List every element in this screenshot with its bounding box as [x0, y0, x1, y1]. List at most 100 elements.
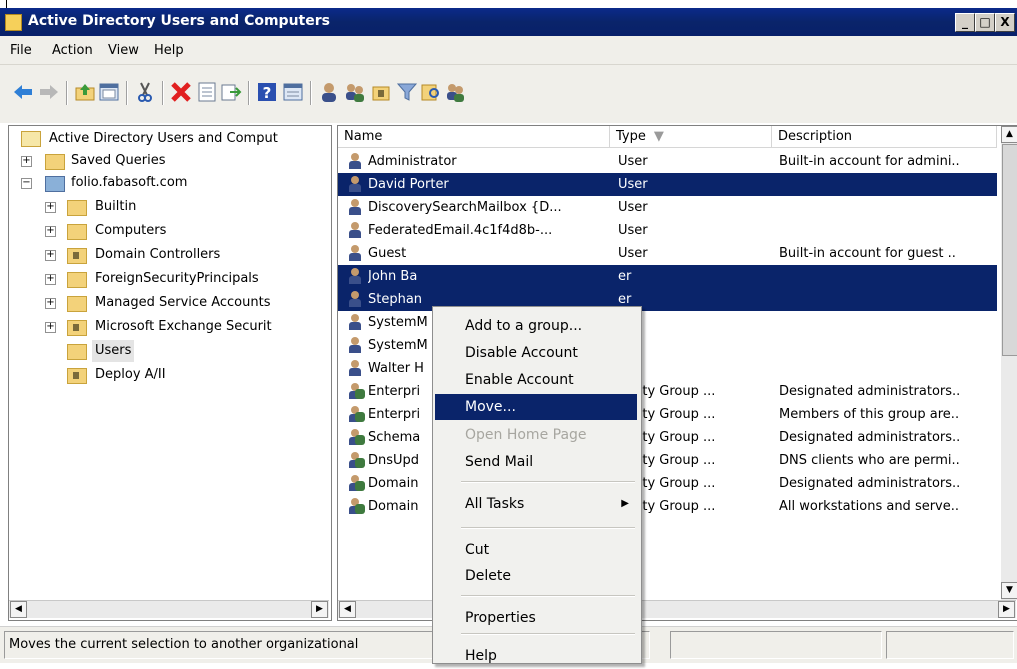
expand-icon[interactable]: +: [45, 226, 56, 237]
list-vertical-scrollbar[interactable]: ▲ ▼: [1001, 126, 1017, 600]
user-icon: [348, 245, 362, 261]
tree-item-label: Saved Queries: [71, 153, 166, 168]
table-row[interactable]: John Ba er: [338, 265, 997, 288]
user-icon: [348, 360, 362, 376]
tree-item[interactable]: Users: [9, 340, 329, 362]
tree-item[interactable]: + ForeignSecurityPrincipals: [9, 268, 329, 290]
cell-name: FederatedEmail.4c1f4d8b-...: [368, 223, 553, 238]
table-row[interactable]: Guest User Built-in account for guest ..: [338, 242, 997, 265]
user-icon: [348, 199, 362, 215]
cell-description: Members of this group are..: [779, 407, 960, 422]
table-row[interactable]: FederatedEmail.4c1f4d8b-... User: [338, 219, 997, 242]
context-menu-item[interactable]: Properties: [435, 605, 637, 631]
expand-icon[interactable]: +: [21, 156, 32, 167]
users-icon[interactable]: [344, 81, 366, 103]
properties-icon[interactable]: [196, 81, 218, 103]
column-header-name[interactable]: Name: [338, 126, 610, 148]
column-header-description[interactable]: Description: [772, 126, 997, 148]
expand-icon[interactable]: +: [45, 274, 56, 285]
tree-root[interactable]: Active Directory Users and Comput: [9, 128, 329, 150]
tree-item[interactable]: Deploy A/II: [9, 364, 329, 386]
list-scroll-right-button[interactable]: ▶: [998, 601, 1015, 618]
context-menu-item[interactable]: Help: [435, 643, 637, 669]
context-menu[interactable]: Add to a group... Disable Account Enable A…: [432, 306, 642, 664]
filter-icon[interactable]: [396, 81, 418, 103]
context-menu-item-label: Send Mail: [465, 454, 534, 470]
context-menu-item[interactable]: Add to a group...: [435, 313, 637, 339]
tree-item-label: folio.fabasoft.com: [71, 175, 188, 190]
collapse-icon[interactable]: −: [21, 178, 32, 189]
context-menu-item[interactable]: Cut: [435, 537, 637, 563]
column-header-type-label: Type: [616, 129, 646, 144]
snapin-icon: [21, 131, 41, 147]
help-icon[interactable]: ?: [256, 81, 278, 103]
cell-description: Designated administrators..: [779, 476, 961, 491]
context-menu-item[interactable]: Enable Account: [435, 367, 637, 393]
title-bar[interactable]: Active Directory Users and Computers _ □…: [0, 8, 1017, 36]
tree-item-label: Managed Service Accounts: [95, 295, 271, 310]
scroll-right-button[interactable]: ▶: [311, 601, 328, 618]
find-icon[interactable]: [420, 81, 442, 103]
table-row[interactable]: Administrator User Built-in account for ad…: [338, 150, 997, 173]
context-menu-item-label: Enable Account: [465, 372, 574, 388]
tree-item[interactable]: + Microsoft Exchange Securit: [9, 316, 329, 338]
user-icon: [348, 291, 362, 307]
user-icon: [348, 153, 362, 169]
expand-icon[interactable]: +: [45, 250, 56, 261]
table-row[interactable]: DiscoverySearchMailbox {D... User: [338, 196, 997, 219]
expand-icon[interactable]: +: [45, 298, 56, 309]
context-menu-item[interactable]: Delete: [435, 563, 637, 589]
tree-item[interactable]: + Builtin: [9, 196, 329, 218]
cut-icon[interactable]: [134, 81, 156, 103]
context-menu-item[interactable]: All Tasks ▶: [435, 491, 637, 517]
column-header-type[interactable]: Type ▼: [610, 126, 772, 148]
tree-root-label: Active Directory Users and Comput: [49, 131, 278, 146]
scroll-down-button[interactable]: ▼: [1001, 582, 1017, 599]
domain-icon: [45, 176, 65, 192]
scroll-left-button[interactable]: ◀: [10, 601, 27, 618]
context-menu-item-label: Cut: [465, 542, 490, 558]
context-menu-item[interactable]: Send Mail: [435, 449, 637, 475]
context-menu-item[interactable]: Move...: [435, 394, 637, 420]
menu-view[interactable]: View: [108, 43, 139, 58]
group-icon: [348, 383, 365, 399]
submenu-arrow-icon: ▶: [621, 498, 629, 509]
details-icon[interactable]: [282, 81, 304, 103]
export-list-icon[interactable]: [220, 81, 242, 103]
maximize-button[interactable]: □: [975, 13, 995, 32]
tree-item[interactable]: + Saved Queries: [9, 150, 329, 172]
menu-help[interactable]: Help: [154, 43, 184, 58]
tree-item[interactable]: + Managed Service Accounts: [9, 292, 329, 314]
forward-arrow-icon[interactable]: [38, 81, 60, 103]
minimize-button[interactable]: _: [955, 13, 975, 32]
list-scroll-left-button[interactable]: ◀: [339, 601, 356, 618]
ou-icon[interactable]: [370, 81, 392, 103]
expand-icon[interactable]: +: [45, 202, 56, 213]
table-row[interactable]: David Porter User: [338, 173, 997, 196]
menu-action[interactable]: Action: [52, 43, 93, 58]
cell-name: John Ba: [368, 269, 418, 284]
app-icon: [5, 14, 22, 31]
tree-item[interactable]: − folio.fabasoft.com: [9, 172, 329, 194]
delete-icon[interactable]: [170, 81, 192, 103]
close-button[interactable]: X: [995, 13, 1015, 32]
scroll-thumb[interactable]: [1002, 144, 1017, 356]
group-icon[interactable]: [444, 81, 466, 103]
user-icon: [348, 314, 362, 330]
console-tree[interactable]: Active Directory Users and Comput + Saved…: [8, 125, 332, 621]
up-folder-icon[interactable]: [74, 81, 96, 103]
context-menu-item-label: All Tasks: [465, 496, 525, 512]
folder-icon: [67, 248, 87, 264]
cell-type: User: [618, 177, 648, 192]
tree-horizontal-scrollbar[interactable]: ◀ ▶: [9, 600, 329, 618]
user-icon[interactable]: [318, 81, 340, 103]
expand-icon[interactable]: +: [45, 322, 56, 333]
menu-file[interactable]: File: [10, 43, 32, 58]
cell-description: All workstations and serve..: [779, 499, 960, 514]
back-arrow-icon[interactable]: [12, 81, 34, 103]
show-console-tree-icon[interactable]: [98, 81, 120, 103]
scroll-up-button[interactable]: ▲: [1001, 126, 1017, 143]
tree-item[interactable]: + Computers: [9, 220, 329, 242]
tree-item[interactable]: + Domain Controllers: [9, 244, 329, 266]
context-menu-item[interactable]: Disable Account: [435, 340, 637, 366]
